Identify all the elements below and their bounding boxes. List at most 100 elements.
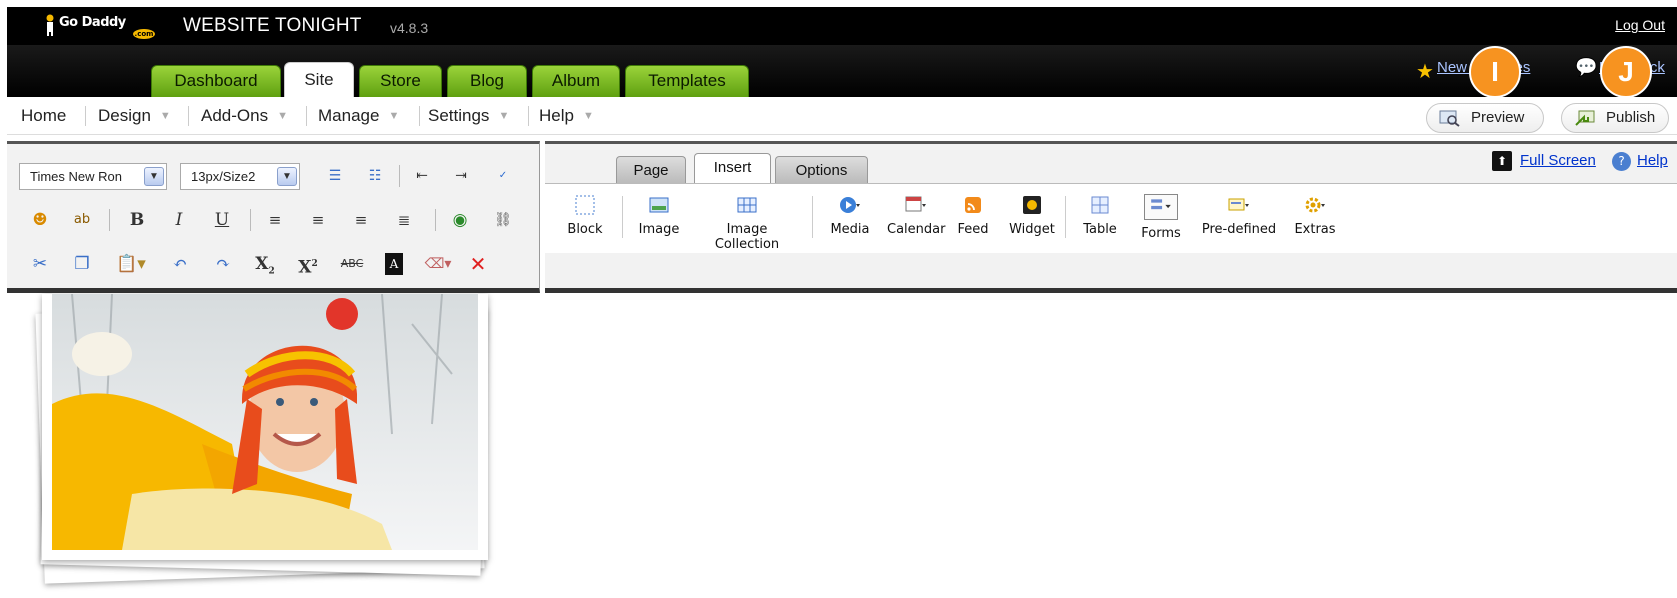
bold-icon[interactable]: B <box>124 207 150 233</box>
tab-store[interactable]: Store <box>359 65 442 97</box>
ordered-list-icon[interactable]: ☰ <box>322 163 348 189</box>
menu-divider <box>419 106 420 126</box>
insert-extras-label: Extras <box>1294 222 1336 237</box>
menu-divider <box>306 106 307 126</box>
insert-image-collection[interactable]: Image Collection <box>695 194 799 252</box>
insert-image-label: Image <box>638 222 680 237</box>
annotation-badge-j: J <box>1600 46 1652 98</box>
insert-image-icon[interactable]: ◉ <box>447 207 473 233</box>
insert-extras[interactable]: Extras <box>1293 194 1337 237</box>
tab-blog[interactable]: Blog <box>447 65 527 97</box>
app-version: v4.8.3 <box>390 20 429 36</box>
align-justify-icon[interactable]: ≣ <box>391 207 417 233</box>
woman-in-snow-photo <box>52 294 478 550</box>
fullscreen-icon[interactable]: ⬆ <box>1492 151 1512 171</box>
preview-magnifier-icon <box>1439 110 1460 127</box>
table-icon <box>1091 196 1109 214</box>
align-center-icon[interactable]: ≡ <box>305 207 331 233</box>
redo-icon[interactable]: ↷ <box>210 251 236 277</box>
menu-help-label: Help <box>539 106 574 125</box>
help-link[interactable]: Help <box>1637 152 1668 169</box>
publish-button[interactable]: Publish <box>1561 103 1669 133</box>
logout-link[interactable]: Log Out <box>1615 17 1665 33</box>
brand-suffix: .com <box>133 29 155 39</box>
tab-dashboard[interactable]: Dashboard <box>151 65 281 97</box>
toolbar-divider <box>1065 196 1066 238</box>
indent-icon[interactable]: ⇥ <box>448 163 474 189</box>
menu-settings[interactable]: Settings ▼ <box>428 106 509 126</box>
italic-icon[interactable]: I <box>166 207 192 233</box>
menu-manage[interactable]: Manage ▼ <box>318 106 399 126</box>
widget-icon <box>1023 196 1041 214</box>
toolbar-divider <box>435 209 436 231</box>
spelling-icon[interactable]: ab <box>69 207 95 233</box>
feedback-icon: 💬 <box>1575 57 1598 78</box>
insert-widget-label: Widget <box>1009 222 1055 237</box>
forms-icon <box>1144 194 1178 220</box>
godaddy-logo[interactable]: Go Daddy .com <box>45 10 155 42</box>
clear-format-icon[interactable]: ⌫▾ <box>419 251 457 277</box>
insert-table-label: Table <box>1083 222 1117 237</box>
menu-home-label: Home <box>21 106 67 125</box>
align-left-icon[interactable]: ≡ <box>262 207 288 233</box>
block-icon <box>575 195 595 215</box>
menu-help[interactable]: Help ▼ <box>539 106 594 126</box>
paste-icon[interactable]: 📋▾ <box>113 251 149 277</box>
menu-divider <box>188 106 189 126</box>
text-color-icon[interactable]: A <box>385 253 403 275</box>
app-title: WEBSITE TONIGHT <box>183 15 362 36</box>
subscript-icon[interactable]: X2 <box>252 251 278 277</box>
insert-feed[interactable]: Feed <box>953 194 993 237</box>
insert-block[interactable]: Block <box>565 194 605 237</box>
pre-defined-icon <box>1228 198 1249 211</box>
font-size-select[interactable]: 13px/Size2 ▼ <box>180 163 300 190</box>
insert-pre-defined[interactable]: Pre-defined <box>1199 194 1279 237</box>
insert-widget[interactable]: Widget <box>1007 194 1057 237</box>
tab-page[interactable]: Page <box>616 156 686 183</box>
chevron-down-icon: ▼ <box>582 110 594 122</box>
insert-table[interactable]: Table <box>1079 194 1121 237</box>
tab-options[interactable]: Options <box>775 156 868 183</box>
link-icon[interactable]: ⛓ <box>490 207 516 233</box>
align-right-icon[interactable]: ≡ <box>348 207 374 233</box>
spellcheck-icon[interactable]: ✓ <box>490 163 516 189</box>
superscript-icon[interactable]: X2 <box>295 251 321 278</box>
font-family-select[interactable]: Times New Ron ▼ <box>19 163 167 190</box>
chevron-down-icon: ▼ <box>159 110 171 122</box>
tab-insert[interactable]: Insert <box>694 153 771 184</box>
chevron-down-icon: ▼ <box>388 110 400 122</box>
insert-image-collection-label: Image Collection <box>714 222 780 252</box>
fullscreen-link[interactable]: Full Screen <box>1520 152 1596 169</box>
menu-design[interactable]: Design ▼ <box>98 106 171 126</box>
insert-image[interactable]: Image <box>637 194 681 237</box>
insert-items-row: Block Image Image Collection Media Calen… <box>545 183 1677 253</box>
preview-button[interactable]: Preview <box>1426 103 1544 133</box>
underline-icon[interactable]: U <box>209 207 235 233</box>
preview-label: Preview <box>1471 109 1525 126</box>
tab-site[interactable]: Site <box>284 62 354 97</box>
menu-design-label: Design <box>98 106 151 125</box>
chevron-down-icon: ▼ <box>277 110 288 122</box>
chevron-down-icon: ▼ <box>277 167 297 186</box>
annotation-badge-i: I <box>1469 46 1521 98</box>
menu-add-ons[interactable]: Add-Ons ▼ <box>201 106 288 126</box>
insert-block-label: Block <box>567 222 603 237</box>
insert-pre-defined-label: Pre-defined <box>1201 222 1277 237</box>
outdent-icon[interactable]: ⇤ <box>409 163 435 189</box>
insert-media[interactable]: Media <box>828 194 872 237</box>
strikethrough-icon[interactable]: ABC <box>335 251 369 277</box>
menu-bar: Home Design ▼ Add-Ons ▼ Manage ▼ Settings ▼ … <box>7 97 1677 135</box>
insert-media-label: Media <box>830 222 870 237</box>
delete-icon[interactable]: ✕ <box>465 251 491 277</box>
copy-icon[interactable]: ❐ <box>69 251 95 277</box>
toolbar-divider <box>399 165 400 187</box>
tab-album[interactable]: Album <box>532 65 620 97</box>
emoticon-icon[interactable]: ☻ <box>27 207 53 233</box>
undo-icon[interactable]: ↶ <box>167 251 193 277</box>
cut-icon[interactable]: ✂ <box>27 251 53 277</box>
menu-home[interactable]: Home <box>21 106 66 126</box>
unordered-list-icon[interactable]: ☷ <box>362 163 388 189</box>
tab-templates[interactable]: Templates <box>625 65 749 97</box>
insert-calendar[interactable]: Calendar <box>887 194 945 237</box>
insert-forms[interactable]: Forms <box>1138 194 1184 241</box>
